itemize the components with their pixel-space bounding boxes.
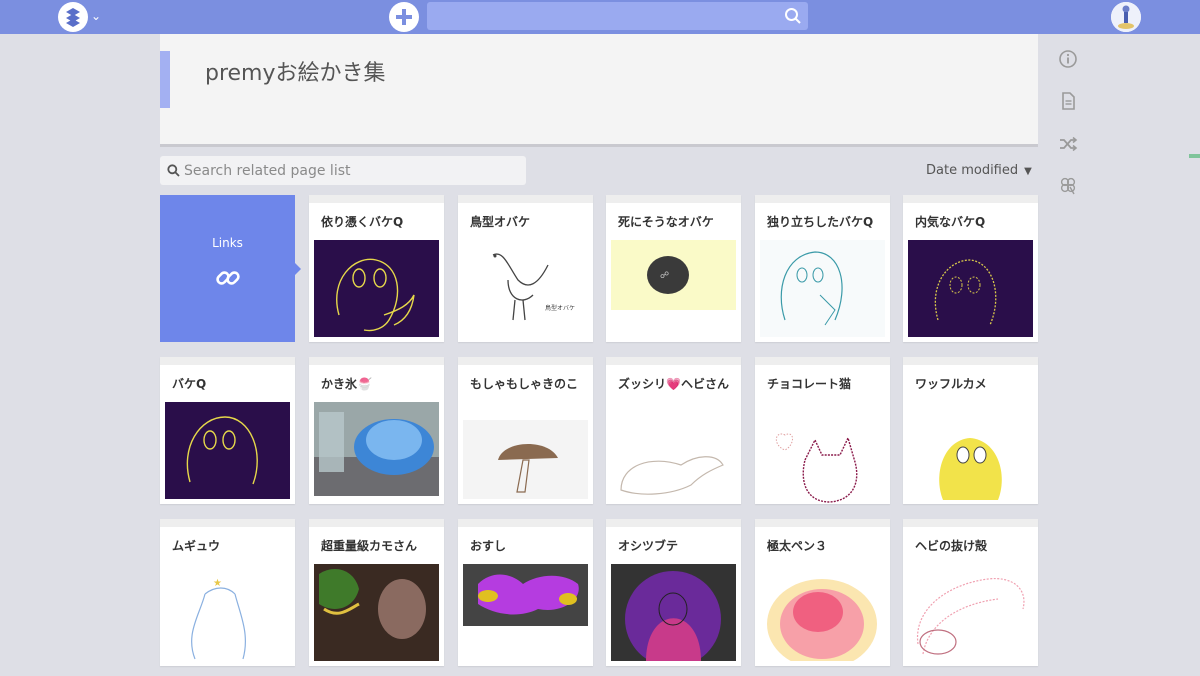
bakeq-drawing-image [165, 402, 290, 499]
bird-caption: 鳥型オバケ [545, 305, 576, 312]
card-title: 極太ペン３ [767, 539, 828, 553]
card-title: 鳥型オバケ [470, 215, 531, 229]
page-card[interactable]: 超重量級カモさん [309, 519, 444, 666]
shy-bakeq-drawing-image [908, 240, 1033, 337]
sort-dropdown[interactable]: Date modified ▼ [926, 163, 1032, 178]
sort-label: Date modified [926, 163, 1019, 178]
snake-skin-drawing-image [908, 564, 1033, 661]
page-title-panel: premyお絵かき集 [160, 34, 1038, 147]
card-title: ズッシリ💗ヘビさん [618, 377, 729, 391]
page-search-input[interactable] [427, 2, 808, 30]
heavy-snake-drawing-image [611, 435, 736, 504]
page-card[interactable]: オシツブテ [606, 519, 741, 666]
page-card[interactable]: ヘビの抜け殻 [903, 519, 1038, 666]
page-card[interactable]: かき氷🍧 [309, 357, 444, 504]
user-avatar[interactable] [1111, 2, 1141, 32]
shuffle-icon[interactable] [1058, 134, 1078, 154]
scroll-marker [1189, 154, 1200, 158]
waffle-turtle-drawing-image [908, 420, 1033, 504]
card-title: バケQ [172, 377, 207, 391]
card-thumbnail [760, 420, 885, 504]
related-page-search[interactable] [160, 156, 526, 185]
page-card[interactable]: おすし [458, 519, 593, 666]
links-label: Links [212, 236, 243, 250]
card-thumbnail [908, 420, 1033, 504]
svg-text:★: ★ [213, 578, 222, 589]
card-thumbnail [611, 435, 736, 504]
card-thumbnail [314, 240, 439, 337]
page-card[interactable]: 鳥型オバケ 鳥型オバケ [458, 195, 593, 342]
card-thumbnail: ☍ [611, 240, 736, 310]
ghost-drawing-image [314, 240, 439, 337]
card-thumbnail [908, 240, 1033, 337]
document-icon[interactable] [1058, 91, 1078, 111]
card-title: もしゃもしゃきのこ [470, 377, 579, 391]
related-search-input[interactable] [184, 160, 514, 182]
card-title: オシツブテ [618, 539, 679, 553]
page-card[interactable]: バケQ [160, 357, 295, 504]
page-card[interactable]: チョコレート猫 [755, 357, 890, 504]
card-title: チョコレート猫 [767, 377, 852, 391]
card-thumbnail [165, 402, 290, 499]
card-title: おすし [470, 539, 507, 553]
heavyweight-duck-drawing-image [314, 564, 439, 661]
shaved-ice-photo-image [314, 402, 439, 496]
card-thumbnail: 鳥型オバケ [463, 240, 588, 337]
card-title: 内気なバケQ [915, 215, 986, 229]
page-title[interactable]: premyお絵かき集 [205, 55, 386, 87]
page-card[interactable]: 極太ペン３ [755, 519, 890, 666]
card-title: ムギュウ [172, 539, 221, 553]
page-card[interactable]: 死にそうなオバケ ☍ [606, 195, 741, 342]
card-thumbnail [463, 420, 588, 499]
card-title: ワッフルカメ [915, 377, 987, 391]
clover-icon[interactable] [1058, 175, 1078, 195]
chocolate-cat-drawing-image [760, 420, 885, 504]
card-title: ヘビの抜け殻 [915, 539, 988, 553]
mugyuu-drawing-image: ★ [165, 564, 290, 664]
page-card[interactable]: ズッシリ💗ヘビさん [606, 357, 741, 504]
top-navigation-bar: ⌄ [0, 0, 1200, 34]
page-card[interactable]: 独り立ちしたバケQ [755, 195, 890, 342]
card-thumbnail [463, 564, 588, 626]
links-card[interactable]: Links [160, 195, 295, 342]
scrapbox-logo-icon [66, 8, 80, 27]
title-accent-bar [160, 51, 170, 108]
card-title: 依り憑くバケQ [321, 215, 404, 229]
svg-text:☍: ☍ [660, 271, 669, 281]
oshitsubute-drawing-image [611, 564, 736, 661]
avatar-image [1111, 2, 1141, 32]
card-title: 超重量級カモさん [321, 539, 418, 553]
project-logo-icon[interactable] [58, 2, 88, 32]
search-icon[interactable] [784, 7, 802, 25]
search-icon [167, 164, 180, 177]
card-thumbnail [760, 240, 885, 337]
mushroom-drawing-image [463, 420, 588, 499]
link-icon [216, 271, 240, 285]
plus-icon [396, 9, 412, 25]
page-card[interactable]: 依り憑くバケQ [309, 195, 444, 342]
card-title: 独り立ちしたバケQ [767, 215, 874, 229]
dying-ghost-drawing-image: ☍ [611, 240, 736, 310]
page-card[interactable]: 内気なバケQ [903, 195, 1038, 342]
bird-ghost-drawing-image [463, 240, 588, 337]
card-thumbnail [314, 402, 439, 496]
independent-bakeq-drawing-image [760, 240, 885, 337]
new-page-button[interactable] [389, 2, 419, 32]
card-thumbnail [908, 564, 1033, 661]
card-title: かき氷🍧 [321, 377, 372, 391]
sushi-drawing-image [463, 564, 588, 626]
card-thumbnail [314, 564, 439, 661]
card-thumbnail [760, 564, 885, 661]
info-icon[interactable] [1058, 49, 1078, 69]
chevron-down-icon: ▼ [1024, 166, 1032, 177]
page-card[interactable]: ムギュウ ★ [160, 519, 295, 666]
links-card-arrow [295, 263, 301, 275]
page-card[interactable]: ワッフルカメ [903, 357, 1038, 504]
card-thumbnail [611, 564, 736, 661]
card-thumbnail: ★ [165, 564, 290, 664]
card-title: 死にそうなオバケ [618, 215, 714, 229]
project-menu-chevron-down-icon[interactable]: ⌄ [91, 8, 101, 24]
thick-pen-drawing-image [760, 564, 885, 661]
page-card[interactable]: もしゃもしゃきのこ [458, 357, 593, 504]
